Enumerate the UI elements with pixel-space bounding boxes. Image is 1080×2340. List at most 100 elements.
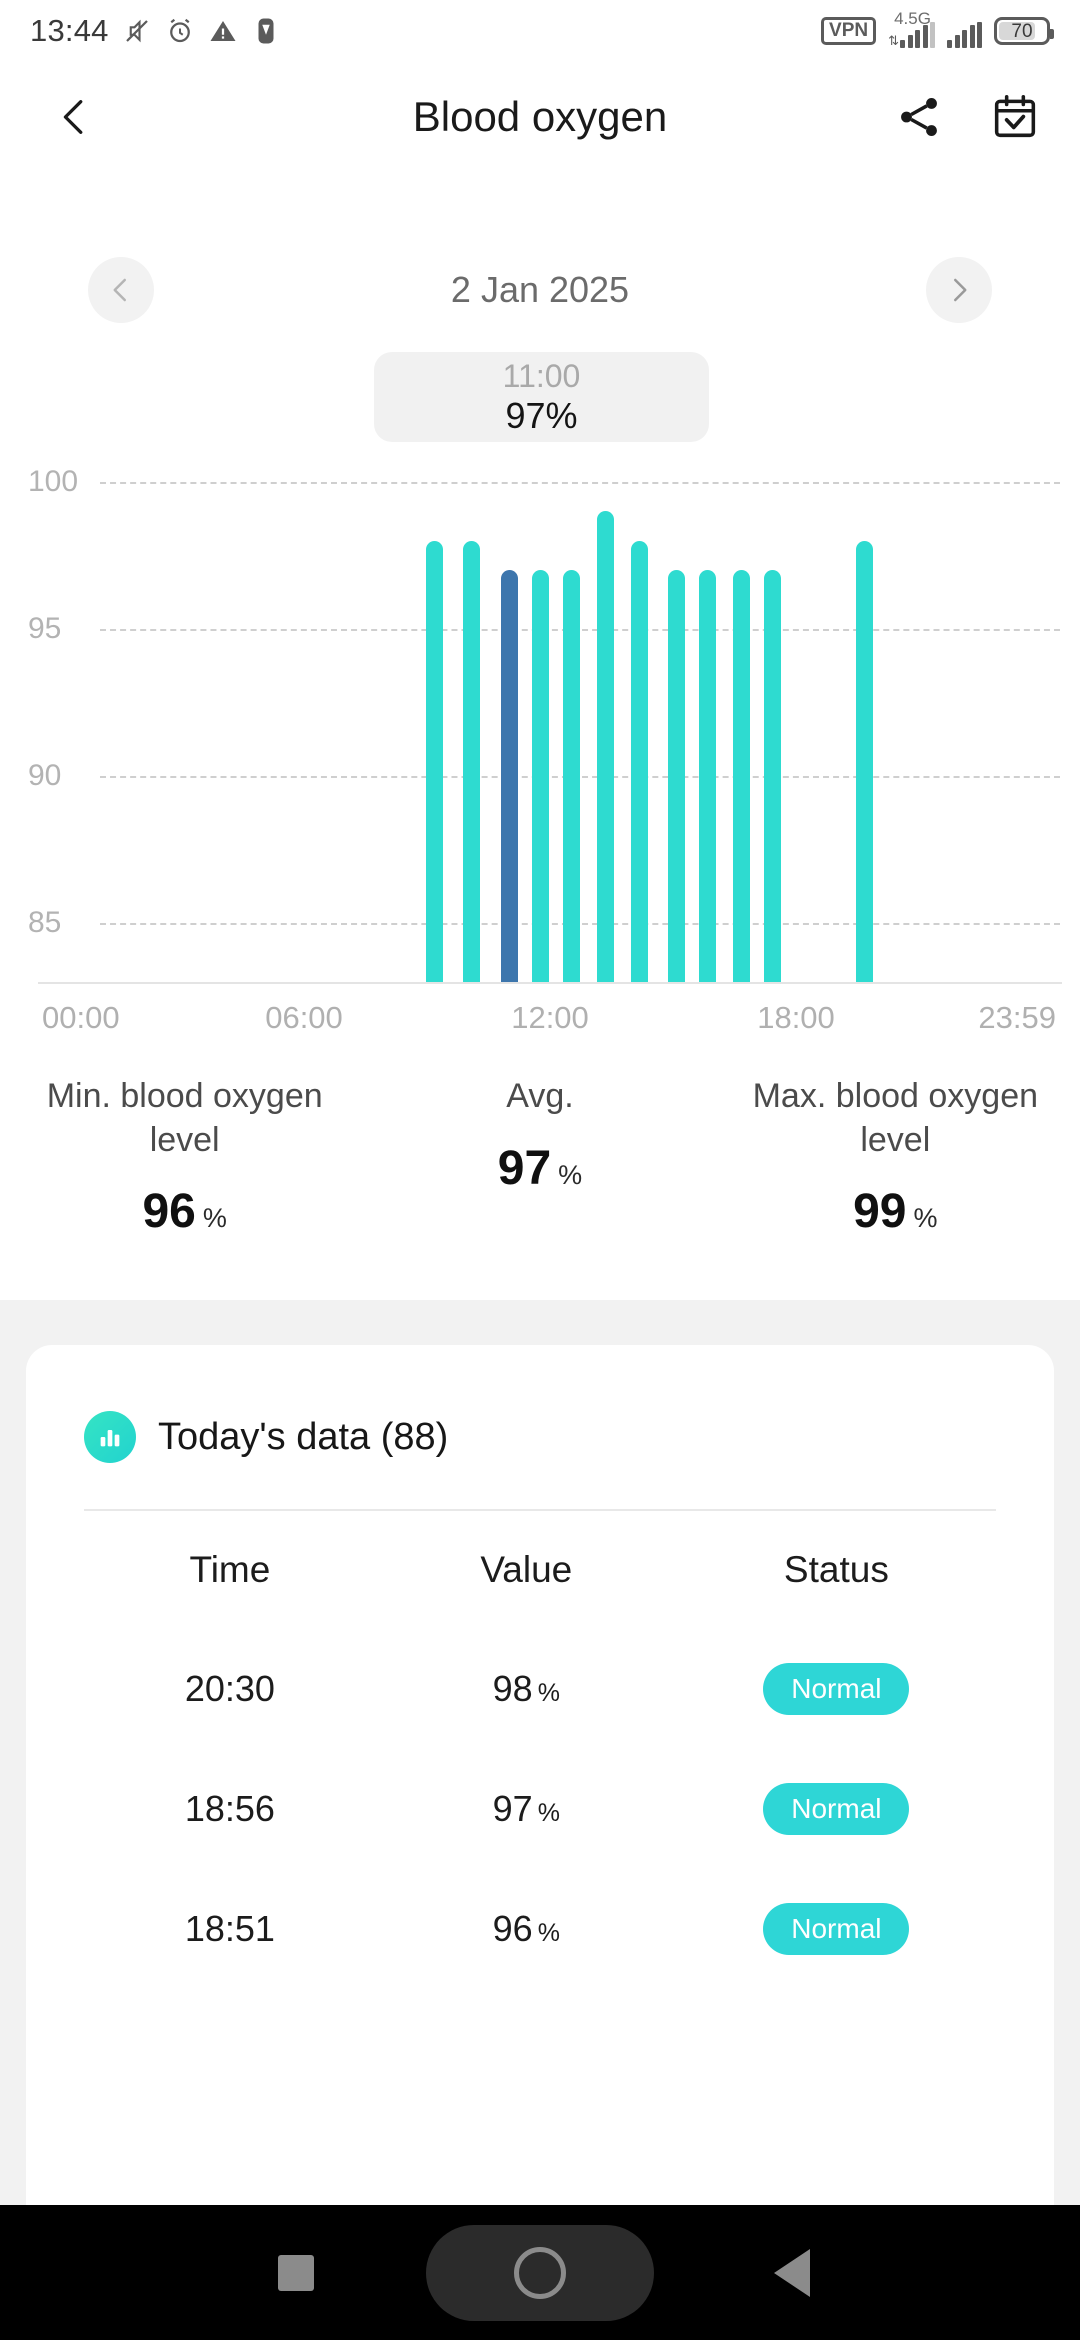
row-value-unit: % xyxy=(537,1679,560,1707)
status-badge: Normal xyxy=(763,1903,910,1955)
stat-value-row: 96% xyxy=(14,1184,355,1239)
chart-bar[interactable] xyxy=(463,540,481,982)
row-value-unit: % xyxy=(537,1799,560,1827)
chart-bar[interactable] xyxy=(764,570,782,982)
chevron-right-icon xyxy=(954,278,967,302)
x-tick-label: 12:00 xyxy=(511,1000,589,1035)
stat-value: 99 xyxy=(853,1185,907,1239)
stat-block: Max. blood oxygen level 99% xyxy=(711,1075,1080,1295)
bar-chart-glyph-icon xyxy=(100,1430,120,1447)
card-header: Today's data (88) xyxy=(26,1345,1054,1463)
battery-level-label: 70 xyxy=(1011,20,1033,42)
cell-value: 97% xyxy=(376,1788,677,1830)
column-header: Status xyxy=(677,1549,996,1591)
column-header: Time xyxy=(84,1549,376,1591)
app-screen: 13:44 VPN 4.5G ⇅ 70 Blood oxygen 2 Jan 2… xyxy=(0,0,1080,2340)
warning-icon xyxy=(210,21,236,41)
signal-2 xyxy=(947,14,982,48)
stat-label: Min. blood oxygen level xyxy=(46,1077,323,1159)
stat-unit: % xyxy=(202,1203,227,1234)
row-value: 97% xyxy=(492,1788,560,1829)
row-time: 20:30 xyxy=(184,1668,275,1709)
cell-value: 96% xyxy=(376,1908,677,1950)
chart-bar[interactable] xyxy=(630,540,648,982)
table-row[interactable]: 20:30 98% Normal xyxy=(84,1629,996,1749)
vpn-indicator: VPN xyxy=(821,17,877,45)
table-row[interactable]: 18:56 97% Normal xyxy=(84,1749,996,1869)
data-arrows-icon: ⇅ xyxy=(888,33,899,48)
signal-1: 4.5G ⇅ xyxy=(888,9,935,48)
share-icon xyxy=(901,98,937,136)
chart-bar[interactable] xyxy=(425,540,443,982)
status-badge: Normal xyxy=(763,1783,910,1835)
chart-bar[interactable] xyxy=(699,570,717,982)
gridline xyxy=(100,629,1060,632)
stat-value: 97 xyxy=(497,1141,552,1195)
chart-tooltip: 11:00 97% xyxy=(374,352,709,442)
bar-chart-icon xyxy=(84,1411,136,1463)
tooltip-time: 11:00 xyxy=(502,357,581,394)
y-tick-label: 95 xyxy=(28,612,62,646)
alarm-icon xyxy=(169,18,190,43)
home-button[interactable] xyxy=(426,2224,654,2321)
header-actions xyxy=(892,90,1042,144)
recents-square-icon[interactable] xyxy=(278,2254,314,2291)
chart-bar[interactable] xyxy=(596,511,614,982)
cell-time: 18:51 xyxy=(84,1908,376,1950)
previous-day-button[interactable] xyxy=(88,257,154,323)
column-header-label: Status xyxy=(783,1549,889,1590)
back-triangle-icon[interactable] xyxy=(774,2248,810,2297)
table-row[interactable]: 18:51 96% Normal xyxy=(84,1869,996,1989)
tooltip-value: 97% xyxy=(505,394,578,436)
signal-bars-2-icon xyxy=(947,22,982,48)
chart-bar[interactable] xyxy=(668,570,686,982)
chart-bar[interactable] xyxy=(562,570,580,982)
network-type-label: 4.5G xyxy=(894,9,931,28)
stat-unit: % xyxy=(558,1159,583,1190)
shield-icon xyxy=(258,18,274,44)
stat-label: Max. blood oxygen level xyxy=(752,1077,1039,1159)
summary-stats: Min. blood oxygen level 96% Avg. 97% Max. bl… xyxy=(0,1075,1080,1295)
cell-time: 18:56 xyxy=(84,1788,376,1830)
chart-bar[interactable] xyxy=(501,570,518,982)
current-date-label: 2 Jan 2025 xyxy=(450,269,630,310)
row-time: 18:51 xyxy=(184,1908,275,1949)
status-bar: 13:44 VPN 4.5G ⇅ 70 xyxy=(0,0,1080,62)
status-clock: 13:44 xyxy=(30,13,109,48)
battery-indicator: 70 xyxy=(994,17,1054,45)
column-header: Value xyxy=(376,1549,677,1591)
chart-bar[interactable] xyxy=(856,540,874,982)
x-tick-label: 18:00 xyxy=(757,1000,835,1035)
chart-bar[interactable] xyxy=(531,570,549,982)
y-tick-label: 90 xyxy=(28,759,62,793)
stat-value-row: 97% xyxy=(369,1141,710,1196)
row-value: 98% xyxy=(492,1668,560,1709)
x-tick-label: 00:00 xyxy=(42,1000,120,1035)
row-time: 18:56 xyxy=(184,1788,275,1829)
cell-value: 98% xyxy=(376,1668,677,1710)
system-navigation-bar xyxy=(0,2205,1080,2340)
gridline xyxy=(100,923,1060,926)
chart-bar[interactable] xyxy=(733,570,751,982)
today-data-card: Today's data (88) Time Value Status 20:30 98… xyxy=(26,1345,1054,2275)
y-tick-label: 85 xyxy=(28,906,62,940)
cell-status: Normal xyxy=(677,1783,996,1835)
home-circle-icon xyxy=(514,2246,566,2299)
calendar-check-icon xyxy=(994,95,1036,138)
cell-status: Normal xyxy=(677,1903,996,1955)
stat-value: 96 xyxy=(142,1185,196,1239)
row-value-unit: % xyxy=(537,1919,560,1947)
blood-oxygen-chart[interactable]: 100 95 90 85 xyxy=(0,465,1080,1030)
next-day-button[interactable] xyxy=(926,257,992,323)
card-title: Today's data (88) xyxy=(158,1415,449,1458)
stat-block: Avg. 97% xyxy=(369,1075,710,1295)
status-badge: Normal xyxy=(763,1663,910,1715)
share-button[interactable] xyxy=(892,90,946,144)
chart-baseline xyxy=(38,982,1062,984)
date-navigator: 2 Jan 2025 xyxy=(0,245,1080,335)
calendar-button[interactable] xyxy=(988,90,1042,144)
data-table: Time Value Status 20:30 98% Normal 18:56 97% Nor… xyxy=(26,1511,1054,1989)
row-value: 96% xyxy=(492,1908,560,1949)
x-tick-label: 23:59 xyxy=(978,1000,1056,1035)
table-header-row: Time Value Status xyxy=(84,1511,996,1629)
